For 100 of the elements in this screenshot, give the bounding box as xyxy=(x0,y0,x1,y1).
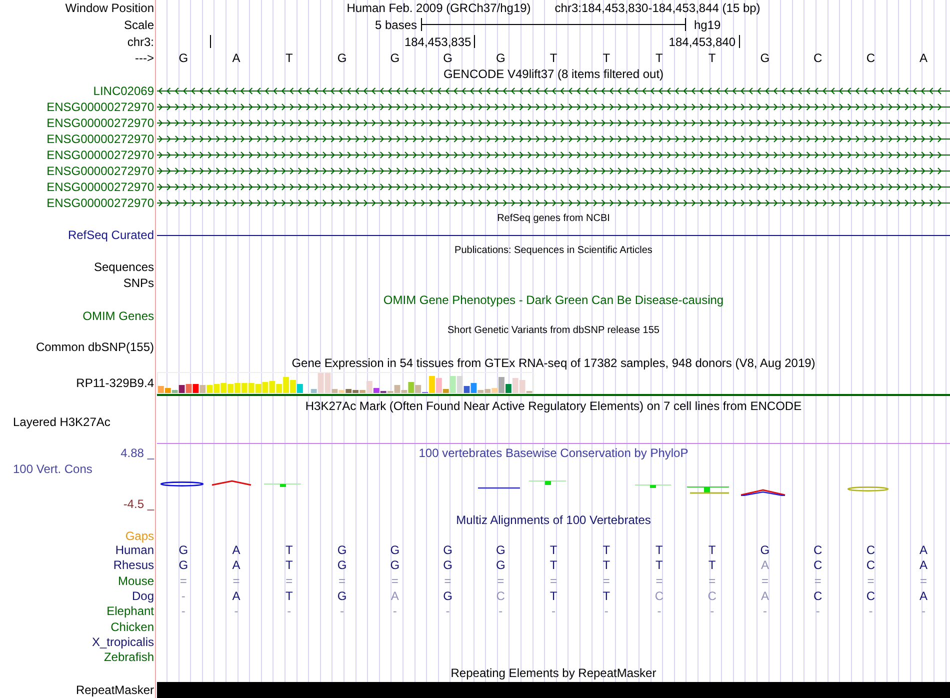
dna-base: C xyxy=(866,52,876,64)
alignment-base: T xyxy=(285,559,293,572)
alignment-base: = xyxy=(391,574,398,587)
dna-base: T xyxy=(708,52,716,64)
alignment-base: C xyxy=(866,590,876,602)
alignment-base: T xyxy=(602,559,610,572)
dna-base: A xyxy=(920,52,928,64)
alignment-base: G xyxy=(390,559,400,572)
alignment-base: T xyxy=(602,544,610,556)
alignment-base: = xyxy=(550,574,557,587)
alignment-base: C xyxy=(813,590,822,602)
track-label: RefSeq Curated xyxy=(68,229,154,242)
alignment-base: G xyxy=(443,590,452,602)
track-label: Common dbSNP(155) xyxy=(36,340,154,353)
track-label: RP11-329B9.4 xyxy=(76,376,154,389)
axis-label: 4.88 _ xyxy=(120,447,154,460)
track-label: OMIM Genes xyxy=(82,310,154,322)
gene-label: ENSG00000272970 xyxy=(46,116,154,129)
gene-label: ENSG00000272970 xyxy=(46,100,154,113)
alignment-base: = xyxy=(180,574,187,587)
alignment-base: = xyxy=(761,574,768,587)
alignment-base: C xyxy=(813,544,822,556)
alignment-base: - xyxy=(181,605,186,618)
alignment-base: = xyxy=(286,574,293,587)
track-label: RepeatMasker xyxy=(76,684,154,696)
track-label: Layered H3K27Ac xyxy=(13,414,110,429)
alignment-base: - xyxy=(816,605,820,618)
ruler-tick xyxy=(210,35,211,48)
coordinate-label: 184,453,835 xyxy=(404,36,472,48)
alignment-base: T xyxy=(708,544,716,556)
species-label: Human xyxy=(115,544,154,556)
alignment-base: = xyxy=(497,574,504,587)
alignment-base: A xyxy=(920,559,928,572)
alignment-base: A xyxy=(232,590,240,602)
alignment-base: G xyxy=(443,559,452,572)
alignment-base: G xyxy=(178,544,188,556)
scale-length: 5 bases xyxy=(374,18,418,31)
track-label: 100 Vert. Cons xyxy=(13,462,92,476)
gene-label: ENSG00000272970 xyxy=(46,132,154,145)
dna-base: G xyxy=(390,52,400,64)
track-label: SNPs xyxy=(123,276,154,289)
axis-label: -4.5 _ xyxy=(123,498,154,510)
alignment-base: G xyxy=(496,559,506,572)
species-label: Rhesus xyxy=(113,559,154,572)
alignment-base: = xyxy=(920,574,928,587)
alignment-base: - xyxy=(392,605,397,618)
alignment-base: - xyxy=(340,605,344,618)
track-title: OMIM Gene Phenotypes - Dark Green Can Be Disease-causing xyxy=(383,294,724,306)
alignment-base: = xyxy=(338,574,346,587)
alignment-base: G xyxy=(496,544,506,556)
alignment-base: G xyxy=(443,544,452,556)
dna-base: G xyxy=(178,52,188,64)
alignment-base: - xyxy=(604,605,608,618)
dna-base: A xyxy=(232,52,240,64)
track-title: RefSeq genes from NCBI xyxy=(497,214,610,224)
position-title: chr3:184,453,830-184,453,844 (15 bp) xyxy=(554,2,760,14)
alignment-base: T xyxy=(708,559,716,572)
alignment-base: A xyxy=(920,544,928,556)
dna-base: T xyxy=(285,52,293,64)
alignment-base: - xyxy=(762,605,767,618)
alignment-base: T xyxy=(602,590,610,602)
dna-base: T xyxy=(550,52,558,64)
track-title: Gene Expression in 54 tissues from GTEx RNA-seq of 17382 samples, 948 donors (V8, Aug 2019) xyxy=(292,357,816,370)
alignment-base: T xyxy=(550,544,558,556)
gene-label: ENSG00000272970 xyxy=(46,148,154,161)
gene-label: ENSG00000272970 xyxy=(46,197,154,210)
dna-base: G xyxy=(760,52,770,64)
alignment-base: T xyxy=(656,559,663,572)
alignment-base: - xyxy=(710,605,714,618)
track-title: Repeating Elements by RepeatMasker xyxy=(450,667,656,680)
alignment-base: - xyxy=(234,605,238,618)
alignment-base: = xyxy=(444,574,452,587)
assembly-title: Human Feb. 2009 (GRCh37/hg19) xyxy=(346,2,531,14)
track-label: Sequences xyxy=(94,261,154,273)
ruler-tick xyxy=(738,35,740,48)
alignment-base: T xyxy=(550,590,558,602)
alignment-base: C xyxy=(496,590,505,602)
dna-base: T xyxy=(656,52,663,64)
gene-label: ENSG00000272970 xyxy=(46,165,154,178)
gene-label: LINC02069 xyxy=(93,84,154,97)
track-title: 100 vertebrates Basewise Conservation by PhyloP xyxy=(418,447,688,460)
dna-base: G xyxy=(496,52,506,64)
species-label: Mouse xyxy=(118,574,154,587)
alignment-base: A xyxy=(760,559,769,572)
alignment-base: C xyxy=(813,559,822,572)
alignment-base: - xyxy=(922,605,926,618)
alignment-base: G xyxy=(178,559,188,572)
row-label: Scale xyxy=(124,18,154,31)
alignment-base: G xyxy=(760,544,770,556)
track-title: Short Genetic Variants from dbSNP release 155 xyxy=(448,326,660,336)
alignment-base: = xyxy=(867,574,874,587)
ruler-tick xyxy=(474,35,476,48)
alignment-base: C xyxy=(866,559,876,572)
alignment-base: T xyxy=(285,590,293,602)
track-title: GENCODE V49lift37 (8 items filtered out) xyxy=(443,68,664,80)
alignment-base: = xyxy=(602,574,610,587)
gene-label: ENSG00000272970 xyxy=(46,181,154,194)
alignment-base: C xyxy=(708,590,716,602)
alignment-base: T xyxy=(656,544,663,556)
dna-base: C xyxy=(813,52,822,64)
